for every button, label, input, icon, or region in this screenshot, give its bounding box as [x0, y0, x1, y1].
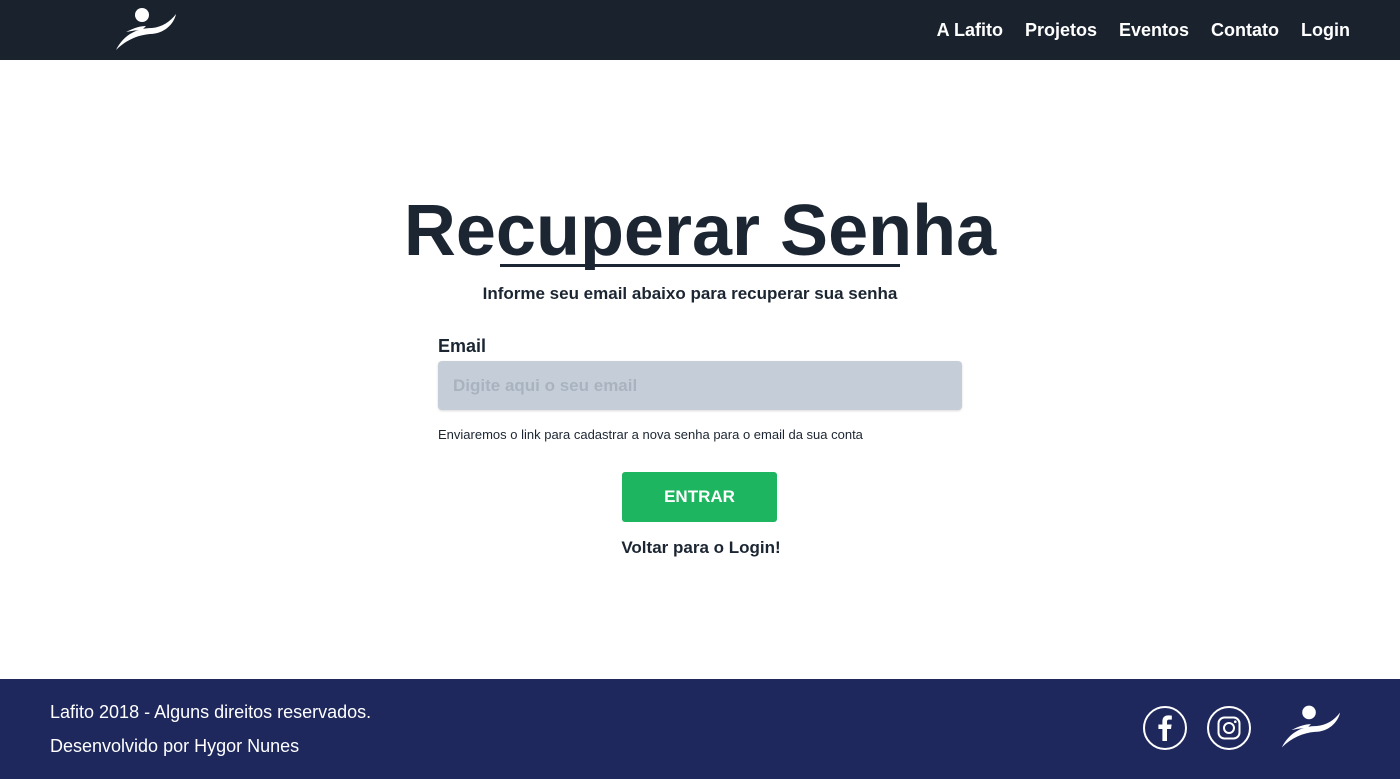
email-input[interactable]: [438, 361, 962, 410]
nav-link-projetos[interactable]: Projetos: [1025, 20, 1097, 41]
page-subtitle: Informe seu email abaixo para recuperar …: [482, 284, 898, 303]
footer-copyright: Lafito 2018 - Alguns direitos reservados…: [50, 702, 372, 722]
page-footer: Lafito 2018 - Alguns direitos reservados…: [0, 679, 1400, 779]
email-label: Email: [438, 336, 487, 356]
back-to-login-link[interactable]: Voltar para o Login!: [0, 538, 1400, 558]
nav-link-eventos[interactable]: Eventos: [1119, 20, 1189, 41]
instagram-icon[interactable]: [1206, 705, 1252, 751]
email-helper-text: Enviaremos o link para cadastrar a nova …: [438, 427, 863, 442]
submit-button[interactable]: ENTRAR: [622, 472, 777, 522]
facebook-icon[interactable]: [1142, 705, 1188, 751]
title-underline: [500, 264, 900, 267]
page-title: Recuperar Senha: [403, 191, 997, 271]
lafito-runner-logo-icon: [1281, 705, 1341, 748]
nav-link-contato[interactable]: Contato: [1211, 20, 1279, 41]
footer-developer-credit: Desenvolvido por Hygor Nunes: [50, 736, 300, 756]
nav-link-a-lafito[interactable]: A Lafito: [937, 20, 1003, 41]
lafito-logo-icon[interactable]: [112, 4, 178, 56]
main-nav: A Lafito Projetos Eventos Contato Login: [915, 0, 1350, 60]
top-navbar: A Lafito Projetos Eventos Contato Login: [0, 0, 1400, 60]
nav-link-login[interactable]: Login: [1301, 20, 1350, 41]
